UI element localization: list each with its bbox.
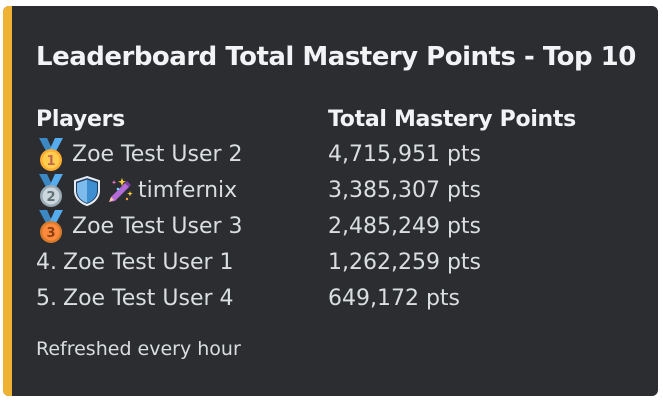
leaderboard-row-5: 5. Zoe Test User 4 <box>36 281 326 317</box>
leaderboard-row-1: 1 Zoe Test User 2 <box>36 137 326 173</box>
bronze-medal-rank: 3 <box>46 226 55 241</box>
rank-number: 4. <box>36 250 57 275</box>
player-name: timfernix <box>138 178 238 203</box>
points-value: 4,715,951 pts <box>328 142 482 167</box>
player-name: Zoe Test User 1 <box>63 250 234 275</box>
player-name: Zoe Test User 4 <box>63 286 234 311</box>
silver-medal-icon: 2 <box>36 174 66 208</box>
points-value: 649,172 pts <box>328 286 461 311</box>
player-name: Zoe Test User 2 <box>72 142 243 167</box>
leaderboard-embed: Leaderboard Total Mastery Points - Top 1… <box>3 6 658 396</box>
embed-footer: Refreshed every hour <box>36 338 241 360</box>
silver-medal-rank: 2 <box>46 190 55 205</box>
embed-title: Leaderboard Total Mastery Points - Top 1… <box>36 42 636 72</box>
rank-number: 5. <box>36 286 57 311</box>
leaderboard-row-3: 3 Zoe Test User 3 <box>36 209 326 245</box>
shield-icon <box>72 175 102 207</box>
bronze-medal-icon: 3 <box>36 210 66 244</box>
player-name: Zoe Test User 3 <box>72 214 243 239</box>
players-header: Players <box>36 107 125 132</box>
gold-medal-icon: 1 <box>36 138 66 172</box>
sparkle-pen-icon <box>105 175 135 207</box>
players-column: Players 1 Zoe Test User 2 2 timfernix 3 … <box>36 103 326 317</box>
points-value: 2,485,249 pts <box>328 214 482 239</box>
embed-accent-bar <box>3 6 12 396</box>
points-column: Total Mastery Points 4,715,951 pts 3,385… <box>328 103 648 317</box>
leaderboard-row-4: 4. Zoe Test User 1 <box>36 245 326 281</box>
points-value: 1,262,259 pts <box>328 250 482 275</box>
gold-medal-rank: 1 <box>46 154 55 169</box>
points-header: Total Mastery Points <box>328 107 576 132</box>
points-value: 3,385,307 pts <box>328 178 482 203</box>
leaderboard-row-2: 2 timfernix <box>36 173 326 209</box>
